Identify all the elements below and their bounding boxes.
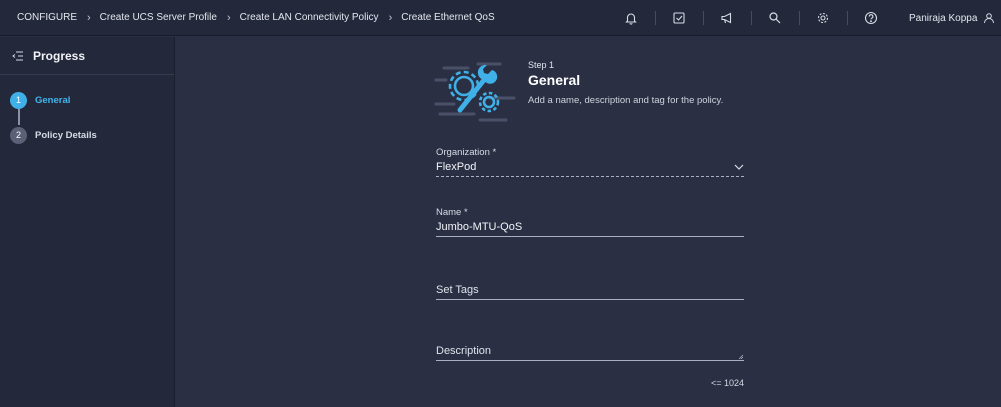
breadcrumb-lan-connectivity-policy[interactable]: Create LAN Connectivity Policy — [240, 12, 379, 23]
checklist-icon[interactable] — [655, 0, 703, 36]
collapse-list-icon[interactable] — [12, 51, 24, 61]
description-placeholder: Description — [436, 345, 492, 357]
breadcrumb: CONFIGURE › Create UCS Server Profile › … — [0, 12, 495, 24]
description-underline — [436, 360, 744, 361]
step-label: Policy Details — [35, 129, 97, 141]
chevron-right-icon: › — [87, 11, 91, 24]
progress-sidebar: Progress 1 General 2 Policy Details — [0, 37, 175, 407]
step-number: 2 — [10, 126, 27, 144]
organization-field[interactable]: Organization * FlexPod — [436, 147, 744, 177]
search-icon[interactable] — [751, 0, 799, 36]
step-indicator: Step 1 — [528, 60, 555, 70]
description-field[interactable]: Description <= 1024 — [436, 342, 744, 388]
chevron-right-icon: › — [226, 11, 231, 24]
top-icons — [607, 0, 895, 36]
user-menu[interactable]: Paniraja Koppa — [909, 0, 995, 36]
megaphone-icon[interactable] — [703, 0, 751, 36]
step-label: General — [35, 94, 71, 106]
step-number: 1 — [10, 91, 27, 109]
step-connector — [17, 108, 20, 125]
step-policy-details[interactable]: 2 Policy Details — [10, 126, 174, 144]
name-value: Jumbo-MTU-QoS — [436, 221, 523, 233]
step-list: 1 General 2 Policy Details — [0, 75, 174, 144]
step-general[interactable]: 1 General — [10, 91, 174, 109]
bell-icon[interactable] — [607, 0, 655, 36]
chevron-right-icon: › — [388, 11, 393, 24]
progress-header: Progress — [0, 37, 174, 75]
organization-value: FlexPod — [436, 161, 477, 173]
set-tags-field[interactable]: Set Tags — [436, 281, 744, 300]
policy-gear-wrench-icon — [434, 62, 516, 122]
description-textarea[interactable]: Description — [436, 342, 744, 360]
name-field[interactable]: Name * Jumbo-MTU-QoS — [436, 207, 744, 237]
breadcrumb-configure[interactable]: CONFIGURE — [17, 12, 77, 23]
character-counter: <= 1024 — [710, 378, 744, 388]
top-bar: CONFIGURE › Create UCS Server Profile › … — [0, 0, 1001, 36]
help-icon[interactable] — [847, 0, 895, 36]
set-tags-underline — [436, 299, 744, 300]
breadcrumb-ethernet-qos: Create Ethernet QoS — [401, 12, 495, 23]
breadcrumb-ucs-server-profile[interactable]: Create UCS Server Profile — [100, 12, 217, 23]
set-tags-input[interactable]: Set Tags — [436, 281, 744, 299]
page-description: Add a name, description and tag for the … — [528, 95, 724, 106]
organization-select[interactable]: FlexPod — [436, 158, 744, 176]
organization-underline — [436, 176, 744, 177]
organization-label: Organization * — [436, 147, 497, 158]
set-tags-placeholder: Set Tags — [436, 284, 479, 296]
name-input[interactable]: Jumbo-MTU-QoS — [436, 218, 744, 236]
step-header: Step 1 General Add a name, description a… — [434, 58, 754, 128]
user-icon — [984, 13, 995, 24]
chevron-down-icon — [734, 164, 744, 170]
gear-icon[interactable] — [799, 0, 847, 36]
name-label: Name * — [436, 207, 468, 218]
progress-title: Progress — [33, 48, 86, 63]
resize-handle-icon[interactable] — [738, 354, 744, 360]
page-title: General — [528, 72, 581, 88]
name-underline — [436, 236, 744, 237]
user-name: Paniraja Koppa — [909, 12, 978, 24]
